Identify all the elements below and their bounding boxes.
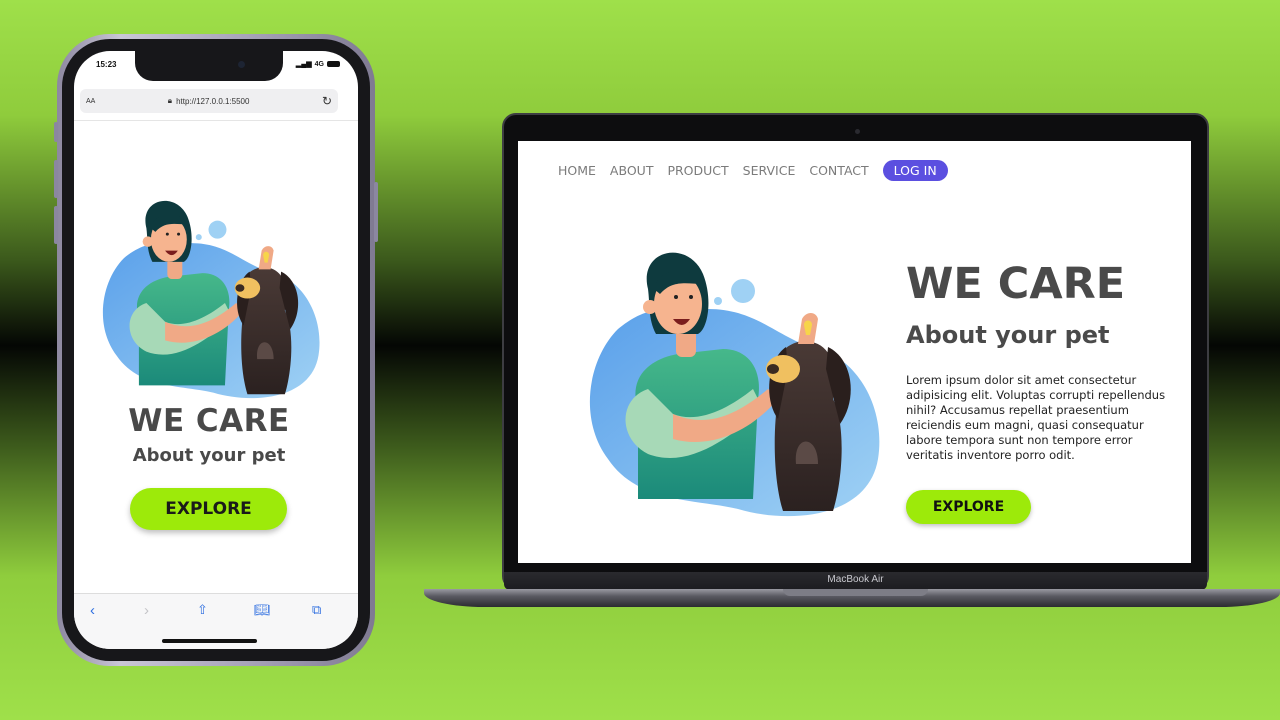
bookmarks-icon[interactable]: 📖︎ [254,602,271,618]
reload-icon[interactable]: ↻ [322,94,332,108]
url-text: http://127.0.0.1:5500 [176,96,250,106]
phone-volume-up [54,160,58,198]
macbook-lid: HOME ABOUT PRODUCT SERVICE CONTACT LOG I… [502,113,1209,590]
explore-button[interactable]: EXPLORE [906,490,1031,524]
home-indicator [162,639,257,643]
phone-mute-switch [54,122,58,142]
address-divider [74,120,358,121]
hero-description: Lorem ipsum dolor sit amet consectetur a… [906,373,1166,462]
nav-contact[interactable]: CONTACT [809,163,868,178]
signal-icon: ▂▄▆ [295,61,312,68]
lock-icon: 🔒︎ [167,96,173,105]
main-nav: HOME ABOUT PRODUCT SERVICE CONTACT LOG I… [558,160,948,181]
front-camera-icon [238,61,245,68]
nav-about[interactable]: ABOUT [610,163,654,178]
nav-product[interactable]: PRODUCT [667,163,728,178]
safari-toolbar: ‹ › ⇧ 📖︎ ⧉ [74,593,358,649]
battery-icon [327,61,340,67]
share-icon[interactable]: ⇧ [197,602,208,618]
laptop-screen: HOME ABOUT PRODUCT SERVICE CONTACT LOG I… [518,141,1191,563]
explore-button[interactable]: EXPLORE [130,488,287,530]
phone-screen: 15:23 ▂▄▆ 4G AA 🔒︎ http://127.0.0.1:5500… [74,51,358,649]
hero-subtitle: About your pet [132,445,286,466]
safari-address-bar[interactable]: AA 🔒︎ http://127.0.0.1:5500 ↻ [80,89,338,113]
status-time: 15:23 [96,60,117,69]
login-button[interactable]: LOG IN [882,160,948,181]
phone-power-button [374,182,378,242]
tabs-icon[interactable]: ⧉ [312,602,321,618]
vet-with-dog-illustration [94,197,326,409]
macbook-hinge: MacBook Air [504,572,1207,590]
macbook-brand-label: MacBook Air [827,574,884,585]
forward-icon[interactable]: › [144,602,149,619]
phone-notch [135,51,283,81]
iphone-mockup: 15:23 ▂▄▆ 4G AA 🔒︎ http://127.0.0.1:5500… [54,34,378,666]
vet-with-dog-illustration [578,249,888,529]
hero-subtitle: About your pet [906,321,1110,349]
nav-home[interactable]: HOME [558,163,596,178]
webcam-icon [855,129,860,134]
nav-service[interactable]: SERVICE [743,163,796,178]
url-display[interactable]: 🔒︎ http://127.0.0.1:5500 [95,96,322,106]
network-type: 4G [314,60,324,68]
back-icon[interactable]: ‹ [90,602,95,619]
hero-title: WE CARE [906,259,1126,309]
macbook-opening-notch [783,589,928,596]
hero-title: WE CARE [128,403,290,439]
status-indicators: ▂▄▆ 4G [296,60,340,68]
reader-aa-button[interactable]: AA [86,98,95,105]
phone-volume-down [54,206,58,244]
phone-bezel: 15:23 ▂▄▆ 4G AA 🔒︎ http://127.0.0.1:5500… [62,39,370,661]
